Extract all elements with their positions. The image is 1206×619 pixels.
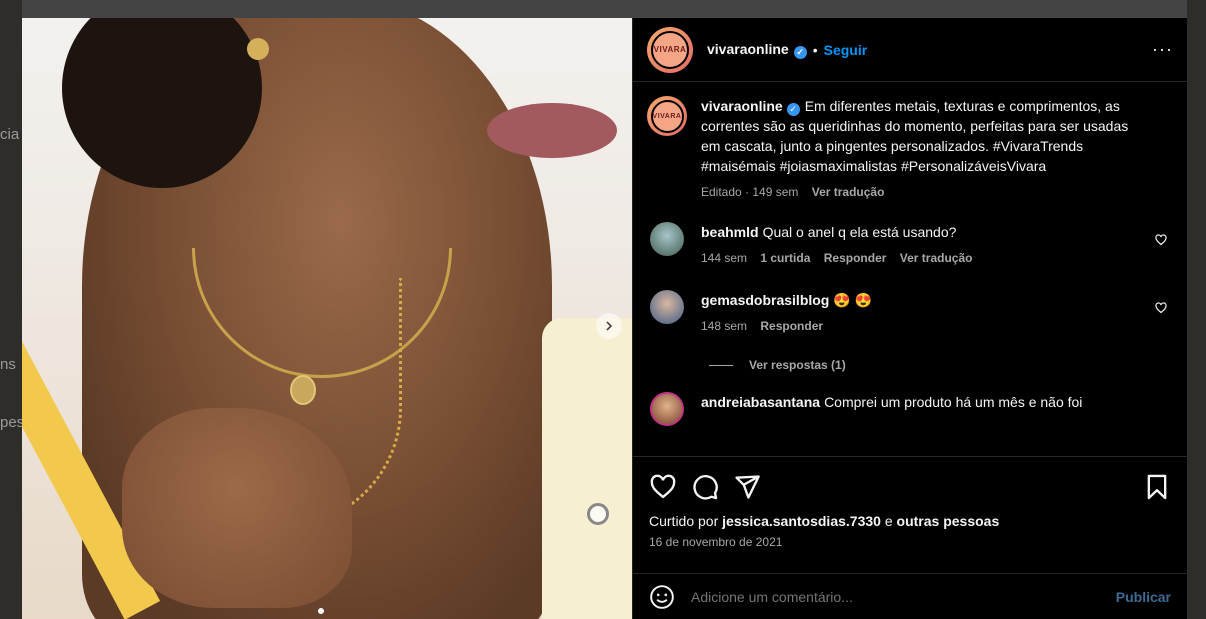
- photo-earring: [247, 38, 269, 60]
- author-username[interactable]: vivaraonline ✓: [707, 41, 807, 59]
- comment-meta: 144 sem 1 curtida Responder Ver tradução: [701, 248, 1121, 268]
- product-tag-dot[interactable]: [587, 503, 609, 525]
- liked-by-user[interactable]: jessica.santosdias.7330: [722, 513, 881, 529]
- heart-icon[interactable]: [649, 473, 677, 501]
- reply-link[interactable]: Responder: [760, 319, 823, 333]
- comment-timestamp: 144 sem: [701, 251, 748, 265]
- comment-text: Comprei um produto há um mês e não foi: [824, 394, 1083, 410]
- likes-summary: Curtido por jessica.santosdias.7330 e ou…: [649, 513, 1171, 529]
- photo-jacket: [542, 318, 632, 619]
- comment-item: gemasdobrasilblog 😍 😍 148 sem Responder: [647, 290, 1173, 336]
- view-replies-label: Ver respostas (1): [749, 358, 846, 372]
- comment-composer: Publicar: [633, 573, 1187, 619]
- comment-item: andreiabasantana Comprei um produto há um…: [647, 392, 1173, 426]
- comment-text: Qual o anel q ela está usando?: [762, 224, 957, 240]
- caption-meta: Editado · 149 sem Ver tradução: [701, 182, 1141, 202]
- comments-list[interactable]: VIVARA vivaraonline ✓ Em diferentes metais…: [633, 82, 1187, 456]
- publish-button[interactable]: Publicar: [1116, 589, 1171, 605]
- next-image-button[interactable]: [596, 313, 622, 339]
- author-username-text: vivaraonline: [707, 40, 789, 57]
- avatar-logo: VIVARA: [650, 99, 684, 133]
- liked-by-others[interactable]: outras pessoas: [897, 513, 1000, 529]
- comment-username[interactable]: gemasdobrasilblog: [701, 292, 829, 308]
- comment-meta: 148 sem Responder: [701, 316, 1121, 336]
- caption: VIVARA vivaraonline ✓ Em diferentes metais…: [647, 96, 1173, 202]
- caption-username[interactable]: vivaraonline: [701, 98, 783, 114]
- more-options-button[interactable]: ···: [1152, 39, 1173, 60]
- commenter-avatar[interactable]: [650, 290, 684, 324]
- author-avatar[interactable]: VIVARA: [647, 26, 693, 73]
- heart-icon: [1155, 302, 1167, 314]
- chevron-right-icon: [606, 321, 613, 331]
- comment-username[interactable]: beahmld: [701, 224, 759, 240]
- share-icon[interactable]: [733, 473, 761, 501]
- post-modal: VIVARA vivaraonline ✓ • Seguir ··· VIVARA…: [22, 18, 1187, 619]
- background-text: pes: [0, 414, 25, 431]
- caption-body: vivaraonline ✓ Em diferentes metais, textu…: [701, 96, 1141, 202]
- comment-username[interactable]: andreiabasantana: [701, 394, 820, 410]
- comment-body: andreiabasantana Comprei um produto há um…: [701, 392, 1121, 426]
- commenter-avatar[interactable]: [650, 222, 684, 256]
- follow-button[interactable]: Seguir: [824, 42, 868, 58]
- background-text: cia: [0, 126, 20, 143]
- carousel-indicator: [318, 608, 324, 614]
- post-date[interactable]: 16 de novembro de 2021: [649, 535, 1171, 549]
- verified-icon: ✓: [786, 102, 800, 116]
- heart-icon: [1155, 234, 1167, 246]
- post-actions: Curtido por jessica.santosdias.7330 e ou…: [633, 456, 1187, 549]
- action-bar: [649, 469, 1171, 505]
- translate-link[interactable]: Ver tradução: [900, 251, 973, 265]
- translate-link[interactable]: Ver tradução: [812, 185, 885, 199]
- like-comment-button[interactable]: [1155, 234, 1167, 249]
- comment-body: beahmld Qual o anel q ela está usando? 14…: [701, 222, 1121, 268]
- liked-by-conjunction: e: [884, 513, 893, 529]
- comment-input[interactable]: [691, 588, 1116, 605]
- photo-hand: [122, 408, 352, 608]
- verified-icon: ✓: [793, 45, 807, 59]
- separator: •: [812, 41, 818, 58]
- comment-item: beahmld Qual o anel q ela está usando? 14…: [647, 222, 1173, 268]
- like-comment-button[interactable]: [1155, 302, 1167, 317]
- caption-timestamp: Editado · 149 sem: [701, 185, 799, 199]
- view-replies-button[interactable]: Ver respostas (1): [709, 358, 1173, 372]
- background-text: ns: [0, 356, 16, 373]
- emoji-icon[interactable]: [649, 584, 675, 610]
- comment-text: 😍 😍: [833, 292, 873, 308]
- bookmark-icon[interactable]: [1143, 473, 1171, 501]
- author-avatar[interactable]: VIVARA: [647, 96, 687, 136]
- post-panel: VIVARA vivaraonline ✓ • Seguir ··· VIVARA…: [632, 18, 1187, 619]
- comment-body: gemasdobrasilblog 😍 😍 148 sem Responder: [701, 290, 1121, 336]
- replies-divider: [709, 364, 733, 366]
- liked-by-prefix: Curtido por: [649, 513, 719, 529]
- comment-timestamp: 148 sem: [701, 319, 748, 333]
- photo-pendant: [290, 375, 316, 405]
- comment-icon[interactable]: [691, 473, 719, 501]
- photo-lips: [487, 103, 617, 158]
- commenter-avatar[interactable]: [650, 392, 684, 426]
- post-header: VIVARA vivaraonline ✓ • Seguir ···: [633, 18, 1187, 82]
- comment-likes[interactable]: 1 curtida: [760, 251, 810, 265]
- post-image[interactable]: [22, 18, 632, 619]
- avatar-logo: VIVARA: [651, 30, 689, 69]
- reply-link[interactable]: Responder: [824, 251, 887, 265]
